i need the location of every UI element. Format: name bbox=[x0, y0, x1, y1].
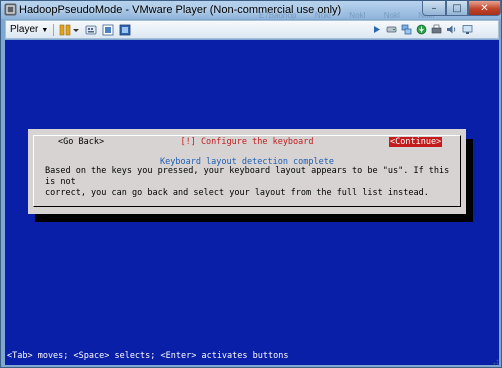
dialog-body: Based on the keys you pressed, your keyb… bbox=[45, 166, 461, 199]
ghost-tab: Nokl bbox=[349, 11, 366, 20]
pause-icon[interactable] bbox=[59, 24, 71, 36]
ghost-tab: Nokl bbox=[314, 11, 331, 20]
printer-icon[interactable] bbox=[431, 24, 442, 35]
dialog-body-line: Based on the keys you pressed, your keyb… bbox=[45, 166, 450, 187]
continue-button[interactable]: <Continue> bbox=[389, 137, 443, 147]
player-menu-label: Player bbox=[10, 24, 39, 35]
chevron-down-icon: ▼ bbox=[41, 27, 49, 34]
sound-icon[interactable] bbox=[446, 24, 457, 35]
background-taskbar-ghost: E7Baonop Nokl Nokl Nokl Nokl bbox=[259, 5, 448, 20]
hdd-icon[interactable] bbox=[386, 24, 397, 35]
fullscreen-icon[interactable] bbox=[102, 24, 114, 36]
ghost-tab: Nokl bbox=[383, 11, 400, 20]
close-button[interactable]: ✕ bbox=[468, 1, 501, 16]
minimize-button[interactable]: – bbox=[422, 1, 446, 16]
network-icon[interactable] bbox=[401, 24, 412, 35]
resize-grip-icon[interactable] bbox=[491, 357, 499, 365]
vm-console-screen[interactable]: [!] Configure the keyboard Keyboard layo… bbox=[5, 40, 499, 365]
ghost-tab: E7Baonop bbox=[259, 11, 297, 20]
close-icon: ✕ bbox=[480, 2, 489, 14]
send-keys-icon[interactable] bbox=[85, 24, 97, 36]
player-menu-button[interactable]: Player ▼ bbox=[10, 24, 48, 35]
vmware-icon bbox=[4, 3, 17, 16]
maximize-button[interactable]: □ bbox=[446, 1, 468, 16]
minimize-icon: – bbox=[431, 2, 437, 14]
toolbar: Player ▼ bbox=[5, 20, 499, 39]
go-back-button[interactable]: <Go Back> bbox=[58, 137, 104, 147]
dialog-title: [!] Configure the keyboard bbox=[178, 137, 316, 147]
chevron-down-icon[interactable] bbox=[72, 24, 80, 36]
usb-icon[interactable] bbox=[416, 24, 427, 35]
vmware-player-window: HadoopPseudoMode - VMware Player (Non-co… bbox=[0, 0, 502, 368]
unity-icon[interactable] bbox=[119, 24, 131, 36]
toolbar-separator bbox=[53, 24, 54, 36]
dialog-body-line: correct, you can go back and select your… bbox=[45, 188, 429, 198]
title-bar: HadoopPseudoMode - VMware Player (Non-co… bbox=[1, 1, 501, 20]
installer-help-line: <Tab> moves; <Space> selects; <Enter> ac… bbox=[7, 351, 289, 361]
arrow-right-icon[interactable] bbox=[372, 24, 383, 35]
maximize-icon: □ bbox=[452, 2, 462, 14]
display-icon[interactable] bbox=[462, 24, 473, 35]
